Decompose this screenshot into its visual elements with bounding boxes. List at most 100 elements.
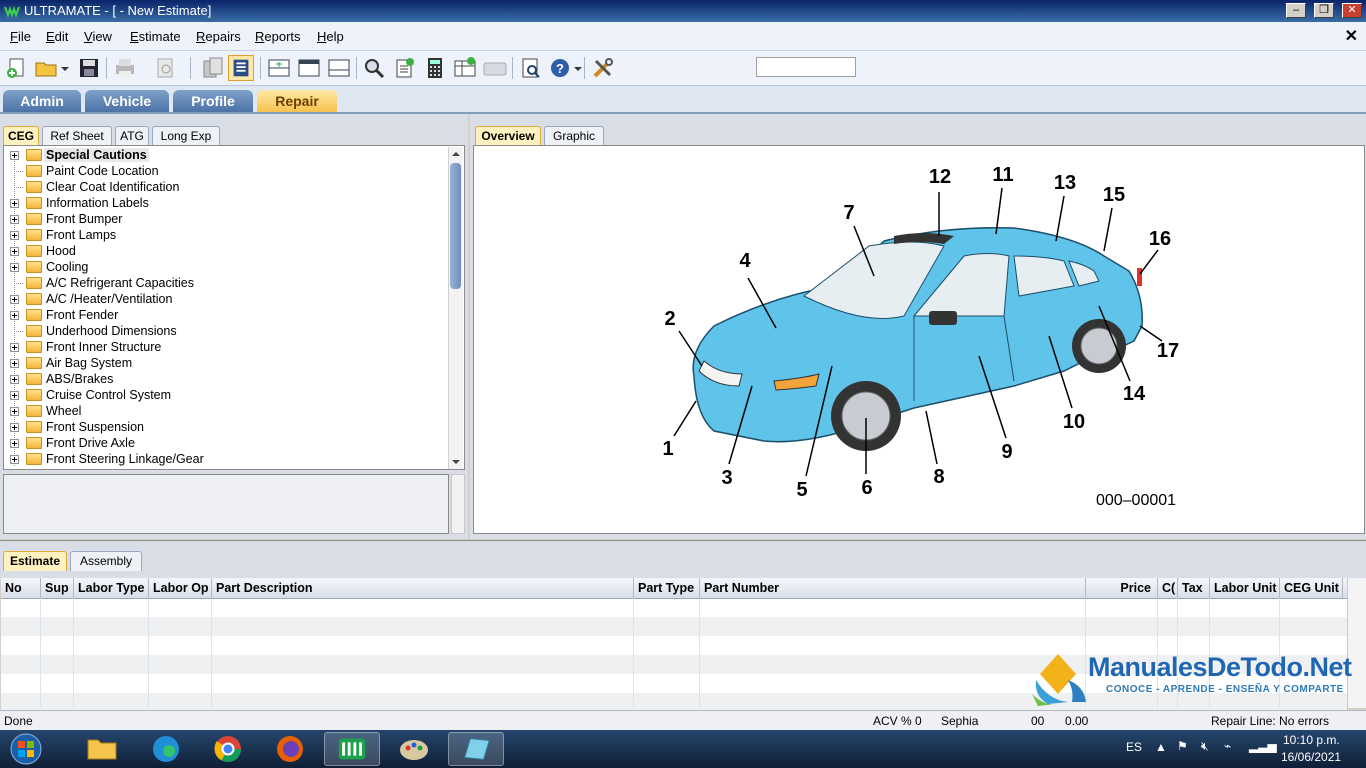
tree-item[interactable]: Air Bag System xyxy=(4,355,444,371)
expand-icon[interactable] xyxy=(10,439,19,448)
tree-item[interactable]: A/C /Heater/Ventilation xyxy=(4,291,444,307)
expand-icon[interactable] xyxy=(10,455,19,464)
grid-column-header[interactable]: Part Number xyxy=(700,578,1086,598)
copy-pages-icon[interactable] xyxy=(200,55,226,81)
tab-assembly[interactable]: Assembly xyxy=(70,551,142,571)
parts-list-icon[interactable] xyxy=(228,55,254,81)
expand-icon[interactable] xyxy=(10,391,19,400)
grid-column-header[interactable]: CEG Unit xyxy=(1280,578,1343,598)
tray-network-icon[interactable]: ▂▃▅ xyxy=(1249,739,1277,753)
tree-item[interactable]: Hood xyxy=(4,243,444,259)
expand-icon[interactable] xyxy=(10,263,19,272)
notepad-task-icon[interactable] xyxy=(448,732,504,766)
tree-item[interactable]: Front Lamps xyxy=(4,227,444,243)
tab-ref-sheet[interactable]: Ref Sheet xyxy=(42,126,112,146)
tree-scrollbar[interactable] xyxy=(448,147,463,469)
grid-column-header[interactable]: Sup xyxy=(41,578,74,598)
tree-item[interactable]: A/C Refrigerant Capacities xyxy=(4,275,444,291)
start-button-icon[interactable] xyxy=(0,732,52,766)
tray-date[interactable]: 16/06/2021 xyxy=(1281,750,1341,764)
expand-icon[interactable] xyxy=(10,199,19,208)
tree-item[interactable]: Special Cautions xyxy=(4,147,444,163)
tree-item[interactable]: Front Drive Axle xyxy=(4,435,444,451)
menu-reports[interactable]: Reports xyxy=(255,29,301,44)
tab-long-exp[interactable]: Long Exp xyxy=(152,126,220,146)
tree-item[interactable]: Front Bumper xyxy=(4,211,444,227)
grid-column-header[interactable]: No xyxy=(1,578,41,598)
tree-item[interactable]: Front Inner Structure xyxy=(4,339,444,355)
paint-icon[interactable] xyxy=(386,732,442,766)
tree-item[interactable]: ABS/Brakes xyxy=(4,371,444,387)
menu-view[interactable]: View xyxy=(84,29,112,44)
restore-button[interactable]: ❐ xyxy=(1314,3,1334,18)
tab-atg[interactable]: ATG xyxy=(115,126,149,146)
card-icon[interactable] xyxy=(482,55,508,81)
tree-scroll-thumb[interactable] xyxy=(450,163,461,289)
tab-repair[interactable]: Repair xyxy=(257,90,337,112)
expand-icon[interactable] xyxy=(10,295,19,304)
expand-icon[interactable] xyxy=(10,151,19,160)
tab-admin[interactable]: Admin xyxy=(3,90,81,112)
expand-icon[interactable] xyxy=(10,215,19,224)
tools-icon[interactable] xyxy=(590,55,616,81)
split-view-icon[interactable] xyxy=(296,55,322,81)
search-parts-icon[interactable] xyxy=(362,55,388,81)
tree-item[interactable]: Cooling xyxy=(4,259,444,275)
tray-power-icon[interactable]: ⌁ xyxy=(1224,739,1231,753)
edge-icon[interactable] xyxy=(138,732,194,766)
help-dropdown-icon[interactable] xyxy=(572,55,584,81)
calculator-icon[interactable] xyxy=(422,55,448,81)
tray-chevron-up-icon[interactable]: ▲ xyxy=(1155,740,1167,754)
expand-icon[interactable] xyxy=(10,407,19,416)
file-explorer-icon[interactable] xyxy=(74,732,130,766)
insert-line-icon[interactable] xyxy=(266,55,292,81)
tray-flag-icon[interactable]: ⚑ xyxy=(1177,739,1188,753)
bottom-view-icon[interactable] xyxy=(326,55,352,81)
tab-estimate[interactable]: Estimate xyxy=(3,551,67,571)
grid-column-header[interactable]: Part Type xyxy=(634,578,700,598)
grid-column-header[interactable]: Price xyxy=(1086,578,1158,598)
print-preview-icon[interactable] xyxy=(152,55,178,81)
tray-time[interactable]: 10:10 p.m. xyxy=(1283,733,1340,747)
ultramate-task-icon[interactable] xyxy=(324,732,380,766)
grid-column-header[interactable]: C( xyxy=(1158,578,1178,598)
tab-ceg[interactable]: CEG xyxy=(3,126,39,146)
grid-column-header[interactable]: Labor Unit xyxy=(1210,578,1280,598)
expand-icon[interactable] xyxy=(10,247,19,256)
menu-estimate[interactable]: Estimate xyxy=(130,29,181,44)
tab-overview[interactable]: Overview xyxy=(475,126,541,146)
tree-item[interactable]: Information Labels xyxy=(4,195,444,211)
expand-icon[interactable] xyxy=(10,359,19,368)
grid-column-header[interactable]: Part Description xyxy=(212,578,634,598)
document-search-icon[interactable] xyxy=(518,55,544,81)
print-icon[interactable] xyxy=(112,55,138,81)
tree-item[interactable]: Front Steering Linkage/Gear xyxy=(4,451,444,467)
scroll-down-icon[interactable] xyxy=(451,458,461,466)
open-folder-icon[interactable] xyxy=(34,55,60,81)
help-icon[interactable]: ? xyxy=(548,55,574,81)
expand-icon[interactable] xyxy=(10,231,19,240)
table-row[interactable] xyxy=(1,617,1347,636)
tray-volume-muted-icon[interactable]: 🔇︎ xyxy=(1201,739,1209,754)
toolbar-search-input[interactable] xyxy=(756,57,856,77)
chrome-icon[interactable] xyxy=(200,732,256,766)
menu-repairs[interactable]: Repairs xyxy=(196,29,241,44)
menu-file[interactable]: File xyxy=(10,29,31,44)
tab-vehicle[interactable]: Vehicle xyxy=(85,90,169,112)
save-icon[interactable] xyxy=(76,55,102,81)
price-list-icon[interactable] xyxy=(392,55,418,81)
new-document-icon[interactable] xyxy=(4,55,30,81)
tree-item[interactable]: Cruise Control System xyxy=(4,387,444,403)
open-dropdown-icon[interactable] xyxy=(58,55,72,81)
expand-icon[interactable] xyxy=(10,423,19,432)
table-row[interactable] xyxy=(1,598,1347,617)
firefox-icon[interactable] xyxy=(262,732,318,766)
detail-scrollbar[interactable] xyxy=(451,474,465,534)
close-button[interactable]: ✕ xyxy=(1342,3,1362,18)
expand-icon[interactable] xyxy=(10,375,19,384)
grid-column-header[interactable]: Tax xyxy=(1178,578,1210,598)
totals-icon[interactable] xyxy=(452,55,478,81)
close-document-icon[interactable]: ✕ xyxy=(1345,26,1358,46)
tree-item[interactable]: Underhood Dimensions xyxy=(4,323,444,339)
tab-profile[interactable]: Profile xyxy=(173,90,253,112)
